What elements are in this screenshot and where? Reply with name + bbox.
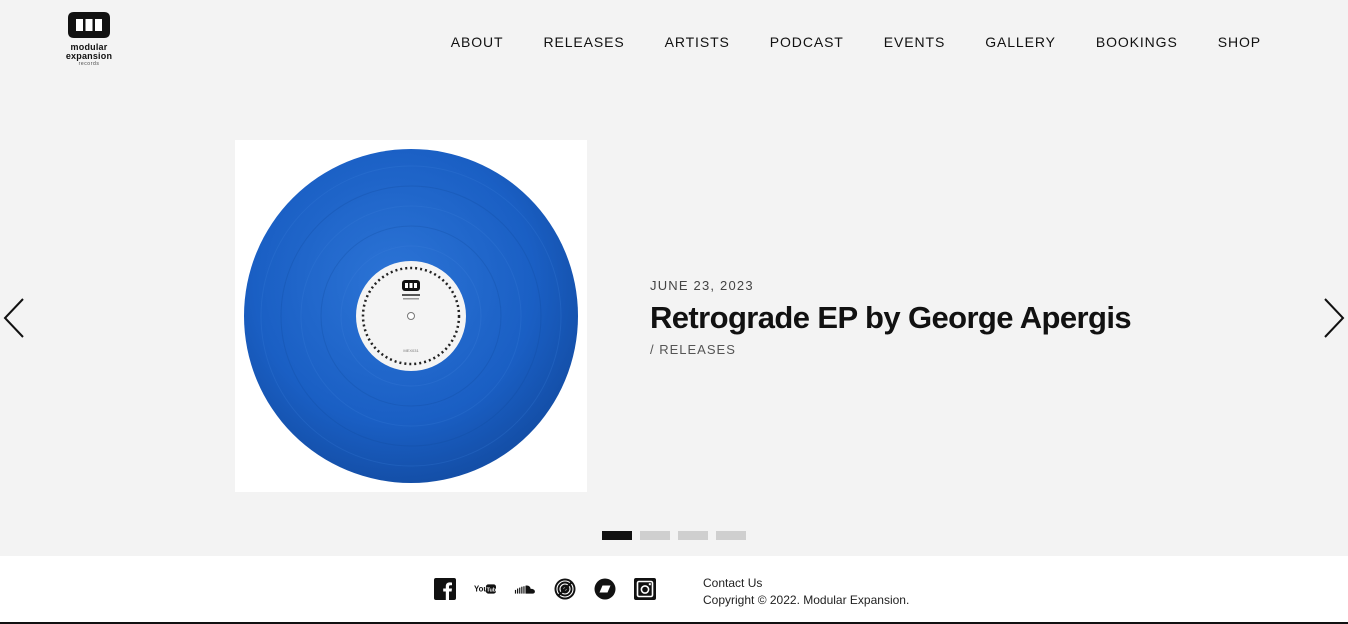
nav-gallery[interactable]: GALLERY [985, 34, 1056, 50]
social-links: You Tube [434, 578, 656, 600]
nav-artists[interactable]: ARTISTS [665, 34, 730, 50]
nav-podcast[interactable]: PODCAST [770, 34, 844, 50]
instagram-link[interactable] [634, 578, 656, 600]
release-date: JUNE 23, 2023 [650, 278, 754, 293]
nav-about[interactable]: ABOUT [451, 34, 504, 50]
site-footer: You Tube [0, 556, 1348, 624]
slider-prev-button[interactable] [2, 296, 28, 340]
youtube-icon: You Tube [474, 584, 496, 594]
bandcamp-icon [594, 578, 616, 600]
svg-text:Tube: Tube [487, 588, 496, 594]
facebook-icon [434, 578, 456, 600]
contact-us-link[interactable]: Contact Us [703, 575, 909, 592]
release-title-link[interactable]: Retrograde EP by George Apergis [650, 300, 1132, 336]
slider-dot-4[interactable] [716, 531, 746, 540]
svg-text:MEX031: MEX031 [403, 348, 419, 353]
release-cover-image[interactable]: MEX031 [235, 140, 587, 492]
slider-dot-2[interactable] [640, 531, 670, 540]
slider-next-button[interactable] [1320, 296, 1346, 340]
discogs-icon [554, 578, 576, 600]
site-logo[interactable]: modular expansion records [64, 10, 114, 72]
chevron-left-icon [3, 298, 24, 338]
nav-bookings[interactable]: BOOKINGS [1096, 34, 1178, 50]
slider-dot-1[interactable] [602, 531, 632, 540]
instagram-icon [634, 578, 656, 600]
main-nav: ABOUT RELEASES ARTISTS PODCAST EVENTS GA… [451, 34, 1261, 50]
youtube-link[interactable]: You Tube [474, 578, 496, 600]
facebook-link[interactable] [434, 578, 456, 600]
nav-events[interactable]: EVENTS [884, 34, 945, 50]
nav-releases[interactable]: RELEASES [543, 34, 624, 50]
slider-dot-3[interactable] [678, 531, 708, 540]
soundcloud-link[interactable] [514, 578, 536, 600]
logo-text-records: records [78, 61, 100, 67]
release-category-link[interactable]: / RELEASES [650, 342, 736, 357]
slider-pagination [602, 531, 746, 540]
discogs-link[interactable] [554, 578, 576, 600]
vinyl-record-image: MEX031 [244, 149, 578, 483]
logo-text-expansion: expansion [65, 51, 113, 61]
footer-info: Contact Us Copyright © 2022. Modular Exp… [703, 575, 909, 609]
nav-shop[interactable]: SHOP [1218, 34, 1261, 50]
copyright-text: Copyright © 2022. Modular Expansion. [703, 593, 910, 607]
chevron-right-icon [1324, 298, 1345, 338]
logo-mark-icon [68, 12, 110, 38]
bandcamp-link[interactable] [594, 578, 616, 600]
soundcloud-icon [514, 585, 535, 594]
